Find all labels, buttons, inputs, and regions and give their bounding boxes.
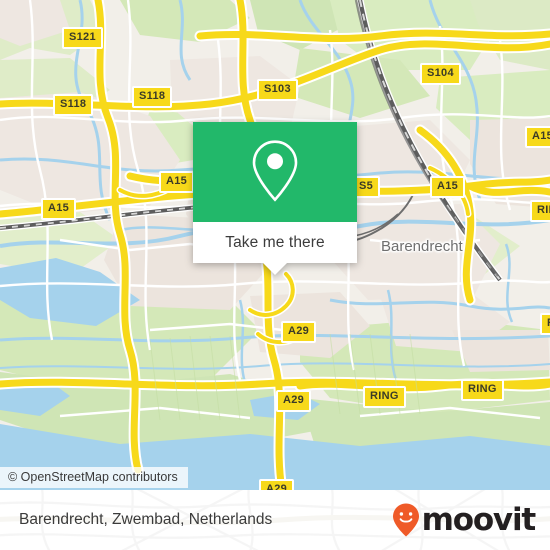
map-canvas[interactable]: S121 S118 S118 S103 S104 A15 A15 A15 S5 … (0, 0, 550, 490)
map-screen: S121 S118 S118 S103 S104 A15 A15 A15 S5 … (0, 0, 550, 550)
road-shield: A15 (430, 176, 466, 198)
road-shield: S103 (257, 79, 298, 101)
moovit-smiley-pin-icon (392, 503, 419, 537)
road-shield: RING (461, 379, 504, 401)
place-label-barendrecht: Barendrecht (381, 238, 463, 255)
road-shield: RING (363, 386, 406, 408)
take-me-there-button[interactable]: Take me there (193, 222, 357, 263)
road-shield: S118 (132, 86, 173, 108)
location-title: Barendrecht, Zwembad, Netherlands (19, 511, 273, 528)
road-shield: A29 (259, 479, 295, 490)
footer-bar: Barendrecht, Zwembad, Netherlands moovit (0, 490, 550, 550)
road-shield: A15 (525, 126, 550, 148)
road-shield: A29 (276, 390, 312, 412)
road-shield: A29 (281, 321, 317, 343)
take-me-there-label: Take me there (225, 233, 325, 251)
road-shield: A15 (41, 198, 77, 220)
road-shield: S104 (420, 63, 461, 85)
road-shield: S118 (53, 94, 94, 116)
osm-attribution[interactable]: © OpenStreetMap contributors (0, 467, 188, 488)
popup-image-placeholder (193, 122, 357, 222)
road-shield: A15 (159, 171, 195, 193)
location-pin-icon (252, 140, 298, 202)
road-shield: RING (530, 200, 550, 222)
moovit-wordmark: moovit (421, 501, 537, 538)
popup-tail-arrow (263, 263, 287, 275)
road-shield: S121 (62, 27, 103, 49)
road-shield: R (540, 313, 550, 335)
moovit-logo[interactable]: moovit (391, 501, 537, 538)
location-popup-card[interactable]: Take me there (193, 122, 357, 275)
